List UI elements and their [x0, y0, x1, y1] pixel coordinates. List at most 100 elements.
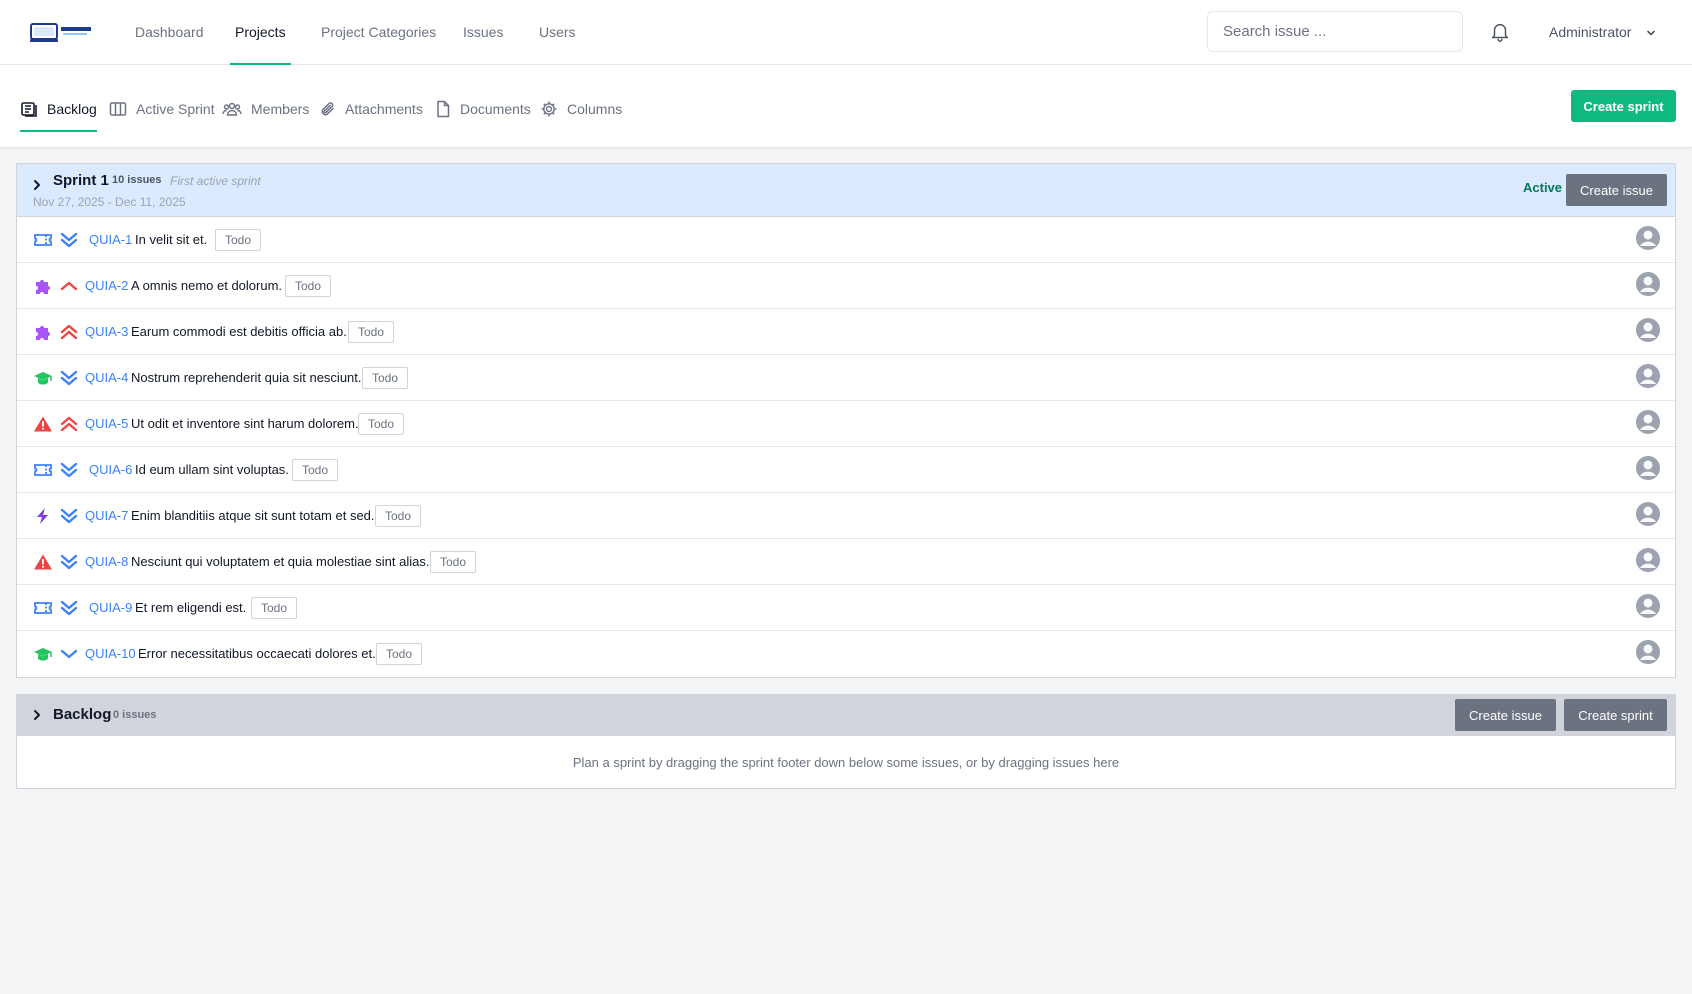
- avatar-icon[interactable]: [1635, 455, 1661, 481]
- issue-key[interactable]: QUIA-9: [89, 600, 132, 615]
- issue-key[interactable]: QUIA-1: [89, 232, 132, 247]
- status-badge: Todo: [285, 275, 332, 297]
- issue-row[interactable]: QUIA-6 Id eum ullam sint voluptas. Todo: [17, 447, 1675, 493]
- priority-lowest-icon: [60, 600, 78, 616]
- avatar-icon[interactable]: [1635, 639, 1661, 665]
- tab-members-label: Members: [251, 101, 310, 117]
- ticket-icon: [34, 234, 52, 246]
- avatar-icon[interactable]: [1635, 225, 1661, 251]
- sprint-title: Sprint 1: [53, 172, 109, 189]
- graduation-cap-icon: [34, 372, 52, 385]
- issue-key[interactable]: QUIA-3: [85, 324, 128, 339]
- warning-icon: [34, 554, 52, 570]
- nav-dashboard[interactable]: Dashboard: [135, 0, 204, 65]
- issue-title: Nesciunt qui voluptatem et quia molestia…: [131, 554, 430, 569]
- user-menu[interactable]: Administrator: [1549, 0, 1657, 65]
- tab-members[interactable]: Members: [222, 90, 309, 128]
- issue-title: Enim blanditiis atque sit sunt totam et …: [131, 508, 375, 523]
- issue-key[interactable]: QUIA-6: [89, 462, 132, 477]
- issue-row[interactable]: QUIA-10 Error necessitatibus occaecati d…: [17, 631, 1675, 677]
- backlog-icon: [21, 102, 37, 117]
- issue-row[interactable]: QUIA-2 A omnis nemo et dolorum. Todo: [17, 263, 1675, 309]
- priority-lowest-icon: [60, 232, 78, 248]
- graduation-cap-icon: [34, 648, 52, 661]
- issue-key[interactable]: QUIA-7: [85, 508, 128, 523]
- chevron-down-icon: [1647, 30, 1656, 36]
- tab-columns[interactable]: Columns: [540, 90, 622, 128]
- issue-title: Et rem eligendi est.: [135, 600, 247, 615]
- nav-project-categories[interactable]: Project Categories: [321, 0, 436, 65]
- tab-backlog[interactable]: Backlog: [20, 90, 97, 132]
- issue-row[interactable]: QUIA-7 Enim blanditiis atque sit sunt to…: [17, 493, 1675, 539]
- project-toolbar: Backlog Active Sprint Members Attachment…: [0, 65, 1692, 148]
- sprint-status: Active: [1523, 180, 1563, 195]
- gear-icon: [541, 101, 557, 117]
- ticket-icon: [34, 602, 52, 614]
- tab-columns-label: Columns: [567, 101, 623, 117]
- issue-list: QUIA-1 In velit sit et. Todo QUIA-2 A om…: [17, 217, 1675, 677]
- nav-users[interactable]: Users: [539, 0, 576, 65]
- search-input[interactable]: [1207, 11, 1463, 52]
- priority-lowest-icon: [60, 462, 78, 478]
- nav-projects-label: Projects: [235, 24, 286, 40]
- issue-row[interactable]: QUIA-3 Earum commodi est debitis officia…: [17, 309, 1675, 355]
- avatar-icon[interactable]: [1635, 547, 1661, 573]
- avatar-icon[interactable]: [1635, 363, 1661, 389]
- issue-row[interactable]: QUIA-1 In velit sit et. Todo: [17, 217, 1675, 263]
- create-sprint-button[interactable]: Create sprint: [1571, 90, 1676, 122]
- tab-attachments[interactable]: Attachments: [320, 90, 423, 128]
- avatar-icon[interactable]: [1635, 271, 1661, 297]
- issue-row[interactable]: QUIA-9 Et rem eligendi est. Todo: [17, 585, 1675, 631]
- bolt-icon: [37, 508, 48, 524]
- backlog-create-issue-button[interactable]: Create issue: [1455, 699, 1556, 731]
- issue-title: Nostrum reprehenderit quia sit nesciunt.: [131, 370, 362, 385]
- sprint-header: Sprint 1 10 issues First active sprint N…: [17, 164, 1675, 217]
- status-badge: Todo: [430, 551, 477, 573]
- issue-key[interactable]: QUIA-8: [85, 554, 128, 569]
- tab-active-sprint-label: Active Sprint: [136, 101, 215, 117]
- sprint-panel: Sprint 1 10 issues First active sprint N…: [16, 163, 1676, 678]
- create-issue-button[interactable]: Create issue: [1566, 174, 1667, 206]
- app-logo[interactable]: [30, 20, 94, 44]
- issue-key[interactable]: QUIA-2: [85, 278, 128, 293]
- status-badge: Todo: [375, 505, 422, 527]
- tab-documents[interactable]: Documents: [435, 90, 531, 128]
- status-badge: Todo: [358, 413, 405, 435]
- chevron-right-icon[interactable]: [29, 707, 45, 723]
- issue-key[interactable]: QUIA-5: [85, 416, 128, 431]
- avatar-icon[interactable]: [1635, 409, 1661, 435]
- issue-title: In velit sit et.: [135, 232, 208, 247]
- sprint-issue-count: 10 issues: [112, 174, 162, 186]
- issue-row[interactable]: QUIA-4 Nostrum reprehenderit quia sit ne…: [17, 355, 1675, 401]
- user-name: Administrator: [1549, 24, 1632, 40]
- priority-lowest-icon: [60, 370, 78, 386]
- issue-key[interactable]: QUIA-4: [85, 370, 128, 385]
- priority-highest-icon: [60, 416, 78, 432]
- nav-projects[interactable]: Projects: [230, 0, 291, 65]
- issue-row[interactable]: QUIA-5 Ut odit et inventore sint harum d…: [17, 401, 1675, 447]
- tab-attachments-label: Attachments: [345, 101, 423, 117]
- backlog-create-sprint-button[interactable]: Create sprint: [1564, 699, 1667, 731]
- priority-lowest-icon: [60, 554, 78, 570]
- bell-icon[interactable]: [1489, 20, 1511, 44]
- backlog-header: Backlog 0 issues Create issue Create spr…: [17, 695, 1675, 736]
- issue-title: Id eum ullam sint voluptas.: [135, 462, 289, 477]
- status-badge: Todo: [348, 321, 395, 343]
- avatar-icon[interactable]: [1635, 317, 1661, 343]
- tab-active-sprint[interactable]: Active Sprint: [109, 90, 215, 128]
- priority-high-icon: [60, 281, 78, 291]
- puzzle-icon: [36, 280, 50, 294]
- issue-title: A omnis nemo et dolorum.: [131, 278, 283, 293]
- nav-issues[interactable]: Issues: [463, 0, 503, 65]
- avatar-icon[interactable]: [1635, 593, 1661, 619]
- tab-backlog-label: Backlog: [47, 101, 97, 117]
- issue-key[interactable]: QUIA-10: [85, 646, 136, 661]
- issue-row[interactable]: QUIA-8 Nesciunt qui voluptatem et quia m…: [17, 539, 1675, 585]
- avatar-icon[interactable]: [1635, 501, 1661, 527]
- chevron-right-icon[interactable]: [29, 177, 45, 193]
- paperclip-icon: [321, 102, 334, 116]
- backlog-empty-hint: Plan a sprint by dragging the sprint foo…: [572, 755, 1120, 770]
- document-icon: [437, 100, 450, 118]
- columns-board-icon: [109, 102, 127, 116]
- top-navigation: Dashboard Projects Project Categories Is…: [0, 0, 1692, 65]
